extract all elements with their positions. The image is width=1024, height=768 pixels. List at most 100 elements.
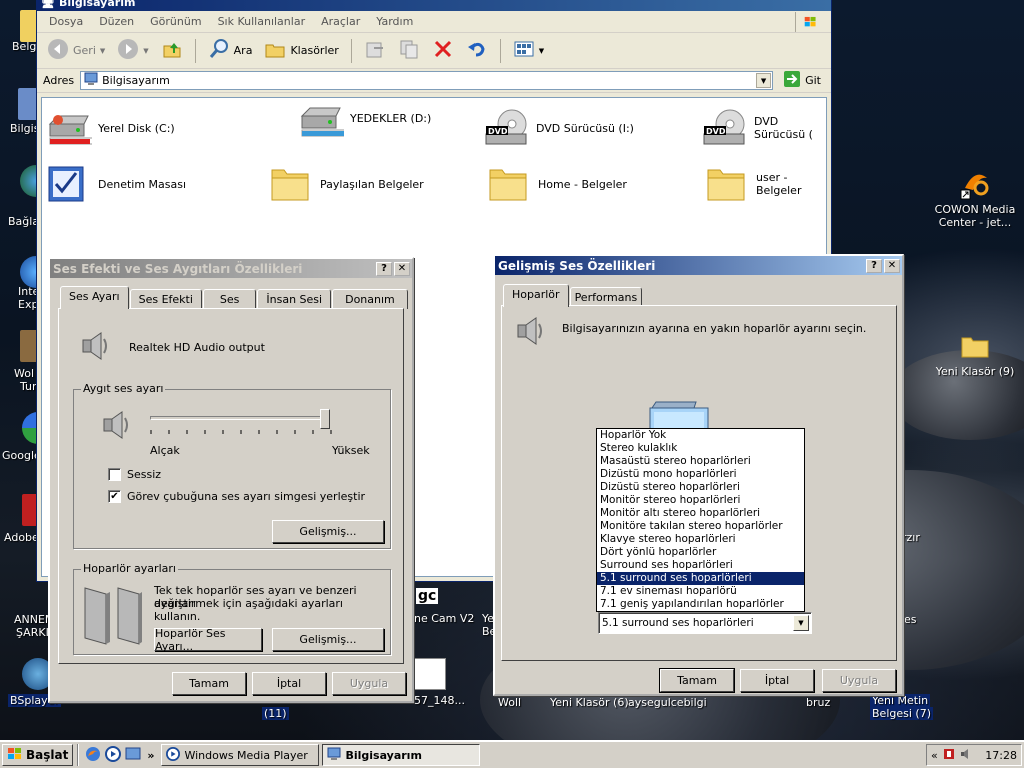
mute-checkbox[interactable] — [108, 468, 121, 481]
speaker-setup-option[interactable]: Dizüstü mono hoparlörleri — [597, 468, 804, 481]
menu-yardim[interactable]: Yardım — [368, 13, 421, 30]
volume-advanced-button[interactable]: Gelişmiş... — [272, 520, 384, 543]
speaker-setup-option[interactable]: Surround ses hoparlörleri — [597, 559, 804, 572]
speaker-setup-option[interactable]: Masaüstü stereo hoparlörleri — [597, 455, 804, 468]
image-file-icon[interactable] — [414, 658, 446, 690]
menu-araclar[interactable]: Araçlar — [313, 13, 368, 30]
task-windows-media-player[interactable]: Windows Media Player — [161, 744, 320, 766]
tab-insan-sesi[interactable]: İnsan Sesi — [257, 289, 332, 309]
volume-slider-thumb[interactable] — [319, 409, 330, 429]
desktop-icon-fragment-aysegul[interactable]: aysegulcebilgi — [628, 696, 707, 709]
control-panel-item[interactable]: Denetim Masası — [46, 164, 186, 204]
drive-dvd-i[interactable]: DVD DVD Sürücüsü (I:) — [484, 108, 634, 148]
dialog-titlebar[interactable]: Ses Efekti ve Ses Aygıtları Özellikleri … — [50, 259, 412, 278]
tab-ses-ayari[interactable]: Ses Ayarı — [60, 286, 129, 309]
address-input[interactable]: Bilgisayarım ▼ — [80, 71, 774, 90]
views-button[interactable]: ▼ — [509, 36, 548, 65]
desktop-icon-fragment-cam[interactable]: ne Cam V2 — [414, 612, 474, 625]
speaker-setup-option[interactable]: Hoparlör Yok — [597, 429, 804, 442]
desktop-icon-yeni-klasor[interactable]: Yeni Klasör (9) — [930, 330, 1020, 378]
tab-donanim[interactable]: Donanım — [332, 289, 408, 309]
desktop-icon-fragment-57[interactable]: 57_148... — [414, 694, 465, 707]
dialog-titlebar[interactable]: Gelişmiş Ses Özellikleri ? ✕ — [495, 256, 902, 275]
desktop-icon-cowon[interactable]: COWON Media Center - jet... — [930, 168, 1020, 229]
undo-button[interactable] — [462, 36, 492, 65]
go-button[interactable]: Git — [779, 68, 825, 93]
cancel-button[interactable]: İptal — [252, 672, 326, 695]
shared-documents-folder[interactable]: Paylaşılan Belgeler — [268, 164, 424, 204]
speaker-setup-select[interactable]: 5.1 surround ses hoparlörleri ▼ — [598, 612, 812, 634]
desktop-icon-annem-2[interactable]: ŞARKI — [16, 626, 49, 639]
close-button[interactable]: ✕ — [884, 258, 900, 273]
desktop-icon-fragment-11[interactable]: (11) — [262, 707, 289, 720]
speaker-setup-list[interactable]: Hoparlör Yok Stereo kulaklık Masaüstü ster… — [596, 428, 805, 612]
speaker-setup-option[interactable]: 7.1 geniş yapılandırılan hoparlörler — [597, 598, 804, 611]
desktop-icon-baglantilar[interactable]: Bağla — [8, 215, 39, 228]
address-dropdown-button[interactable]: ▼ — [756, 73, 772, 88]
desktop-icon-fragment-klasor6[interactable]: Yeni Klasör (6) — [550, 696, 629, 709]
up-folder-button[interactable] — [157, 36, 187, 65]
desktop-icon-fragment-gc[interactable]: gc — [416, 588, 439, 604]
tray-icon-checkbox[interactable]: ✔ — [108, 490, 121, 503]
tray-icon-checkbox-row[interactable]: ✔ Görev çubuğuna ses ayarı simgesi yerle… — [108, 490, 365, 503]
tab-ses[interactable]: Ses — [202, 289, 257, 309]
explorer-titlebar[interactable]: 🖥 Bilgisayarım — [37, 0, 831, 11]
desktop-icon-yeni-metin-2[interactable]: Belgesi (7) — [870, 707, 933, 720]
close-button[interactable]: ✕ — [394, 261, 410, 276]
tab-ses-efekti[interactable]: Ses Efekti — [129, 289, 202, 309]
desktop-icon-belgelerim[interactable]: Belg — [12, 40, 36, 53]
forward-button[interactable]: ▼ — [113, 36, 152, 65]
speaker-advanced-button[interactable]: Gelişmiş... — [272, 628, 384, 651]
user-documents-folder[interactable]: user - Belgeler — [704, 164, 826, 204]
task-bilgisayarim[interactable]: Bilgisayarım — [322, 744, 481, 766]
speaker-setup-option[interactable]: Dizüstü stereo hoparlörleri — [597, 481, 804, 494]
desktop-icon-fragment-rzir[interactable]: rzır — [902, 531, 920, 544]
speaker-setup-option[interactable]: Monitör stereo hoparlörleri — [597, 494, 804, 507]
mute-checkbox-row[interactable]: Sessiz — [108, 468, 161, 481]
speaker-setup-option[interactable]: 5.1 surround ses hoparlörleri — [597, 572, 804, 585]
speaker-setup-option[interactable]: Stereo kulaklık — [597, 442, 804, 455]
folders-button[interactable]: Klasörler — [260, 36, 342, 65]
drive-dvd-2[interactable]: DVD DVD Sürücüsü ( — [702, 108, 826, 148]
speaker-setup-option[interactable]: Klavye stereo hoparlörleri — [597, 533, 804, 546]
ok-button[interactable]: Tamam — [659, 668, 735, 693]
desktop-icon-fragment-es[interactable]: es — [904, 613, 917, 626]
move-to-button[interactable] — [360, 36, 390, 65]
tab-performans[interactable]: Performans — [569, 287, 643, 307]
ok-button[interactable]: Tamam — [172, 672, 246, 695]
home-documents-folder[interactable]: Home - Belgeler — [486, 164, 627, 204]
help-button[interactable]: ? — [376, 261, 392, 276]
copy-to-button[interactable] — [394, 36, 424, 65]
desktop-icon-fragment-woll[interactable]: Woll — [498, 696, 521, 709]
apply-button[interactable]: Uygula — [822, 669, 896, 692]
speaker-setup-option[interactable]: Dört yönlü hoparlörler — [597, 546, 804, 559]
delete-button[interactable] — [428, 36, 458, 65]
tray-expand-button[interactable]: « — [931, 749, 938, 762]
apply-button[interactable]: Uygula — [332, 672, 406, 695]
desktop-icon-fragment-bruz[interactable]: bruz — [806, 696, 830, 709]
speaker-setup-option[interactable]: Monitöre takılan stereo hoparlörler — [597, 520, 804, 533]
menu-sik-kullanilanlar[interactable]: Sık Kullanılanlar — [210, 13, 314, 30]
start-button[interactable]: Başlat — [2, 744, 74, 766]
drive-c[interactable]: Yerel Disk (C:) — [46, 108, 175, 148]
speaker-setup-option[interactable]: Monitör altı stereo hoparlörleri — [597, 507, 804, 520]
search-button[interactable]: Ara — [204, 36, 257, 65]
help-button[interactable]: ? — [866, 258, 882, 273]
speaker-setup-option[interactable]: 7.1 ev sineması hoparlörü — [597, 585, 804, 598]
firefox-icon[interactable] — [85, 746, 101, 765]
desktop-icon-wol-1[interactable]: Wol — [14, 367, 34, 380]
tab-hoparlor[interactable]: Hoparlör — [503, 284, 569, 307]
audio-tray-icon[interactable] — [942, 747, 956, 764]
desktop-icon-google[interactable]: Google — [2, 449, 41, 462]
desktop-icon-wol-2[interactable]: Tur — [20, 380, 37, 393]
speaker-setup-dropdown-button[interactable]: ▼ — [793, 615, 809, 631]
quicklaunch-more[interactable]: » — [147, 749, 154, 762]
menu-dosya[interactable]: Dosya — [41, 13, 91, 30]
menu-gorunum[interactable]: Görünüm — [142, 13, 209, 30]
desktop-icon-adobe[interactable]: Adobe — [4, 531, 39, 544]
volume-tray-icon[interactable] — [960, 747, 974, 764]
clock[interactable]: 17:28 — [985, 749, 1017, 762]
speaker-volume-button[interactable]: Hoparlör Ses Ayarı... — [154, 627, 262, 653]
show-desktop-icon[interactable] — [125, 746, 141, 765]
menu-duzen[interactable]: Düzen — [91, 13, 142, 30]
